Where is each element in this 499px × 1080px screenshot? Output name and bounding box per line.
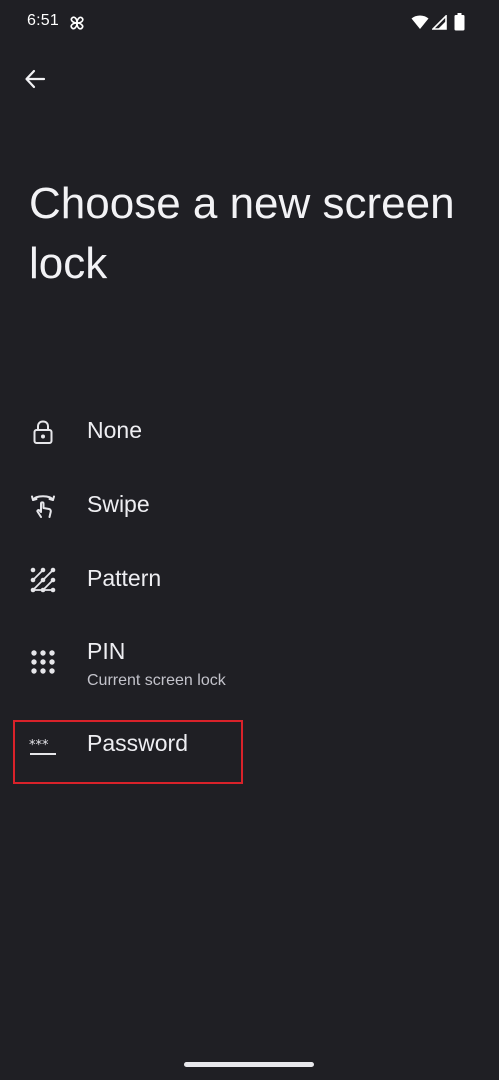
status-time: 6:51	[27, 12, 59, 29]
swipe-icon	[31, 495, 55, 518]
page-title: Choose a new screen lock	[29, 179, 455, 288]
option-swipe[interactable]: Swipe	[0, 468, 499, 542]
option-pattern[interactable]: Pattern	[0, 542, 499, 616]
back-button[interactable]	[14, 58, 56, 100]
pinwheel-icon	[70, 16, 84, 30]
pattern-icon	[30, 567, 56, 593]
dialpad-icon	[31, 650, 55, 674]
screen-lock-options-list: None Swipe Pattern PIN Current screen lo…	[0, 394, 499, 786]
wifi-icon	[411, 15, 429, 29]
status-bar: 6:51	[0, 0, 499, 44]
password-icon: ***	[29, 738, 56, 755]
arrow-back-icon	[25, 69, 46, 89]
option-pattern-label: Pattern	[87, 565, 162, 591]
option-swipe-label: Swipe	[87, 491, 150, 517]
option-pin-label: PIN	[87, 638, 126, 664]
option-pin-summary: Current screen lock	[87, 672, 226, 689]
lock-icon	[33, 420, 53, 444]
option-none[interactable]: None	[0, 394, 499, 468]
signal-icon	[432, 15, 447, 30]
home-indicator[interactable]	[184, 1062, 314, 1067]
option-password-label: Password	[87, 730, 188, 756]
svg-text:***: ***	[29, 738, 49, 753]
option-none-label: None	[87, 417, 142, 443]
option-password[interactable]: *** Password	[0, 712, 499, 786]
battery-icon	[454, 13, 465, 31]
option-pin[interactable]: PIN Current screen lock	[0, 616, 499, 712]
